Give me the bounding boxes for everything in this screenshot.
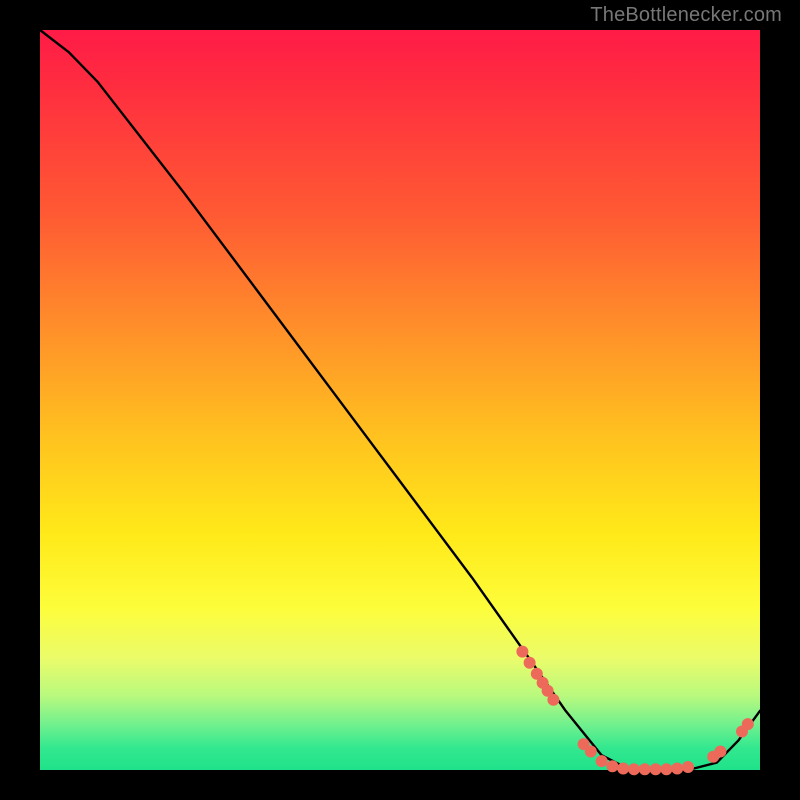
plot-area (40, 30, 760, 770)
data-point-marker (671, 763, 683, 775)
data-point-marker (596, 755, 608, 767)
marker-group (516, 646, 753, 776)
data-point-marker (650, 763, 662, 775)
data-point-marker (628, 763, 640, 775)
data-point-marker (524, 657, 536, 669)
plot-svg (40, 30, 760, 770)
chart-canvas: TheBottlenecker.com (0, 0, 800, 800)
data-point-marker (585, 746, 597, 758)
data-point-marker (742, 718, 754, 730)
data-point-marker (682, 761, 694, 773)
data-point-marker (660, 763, 672, 775)
attribution-label: TheBottlenecker.com (590, 4, 782, 27)
data-point-marker (547, 694, 559, 706)
data-point-marker (714, 746, 726, 758)
bottleneck-curve (40, 30, 760, 770)
data-point-marker (516, 646, 528, 658)
data-point-marker (606, 760, 618, 772)
data-point-marker (617, 763, 629, 775)
data-point-marker (639, 763, 651, 775)
